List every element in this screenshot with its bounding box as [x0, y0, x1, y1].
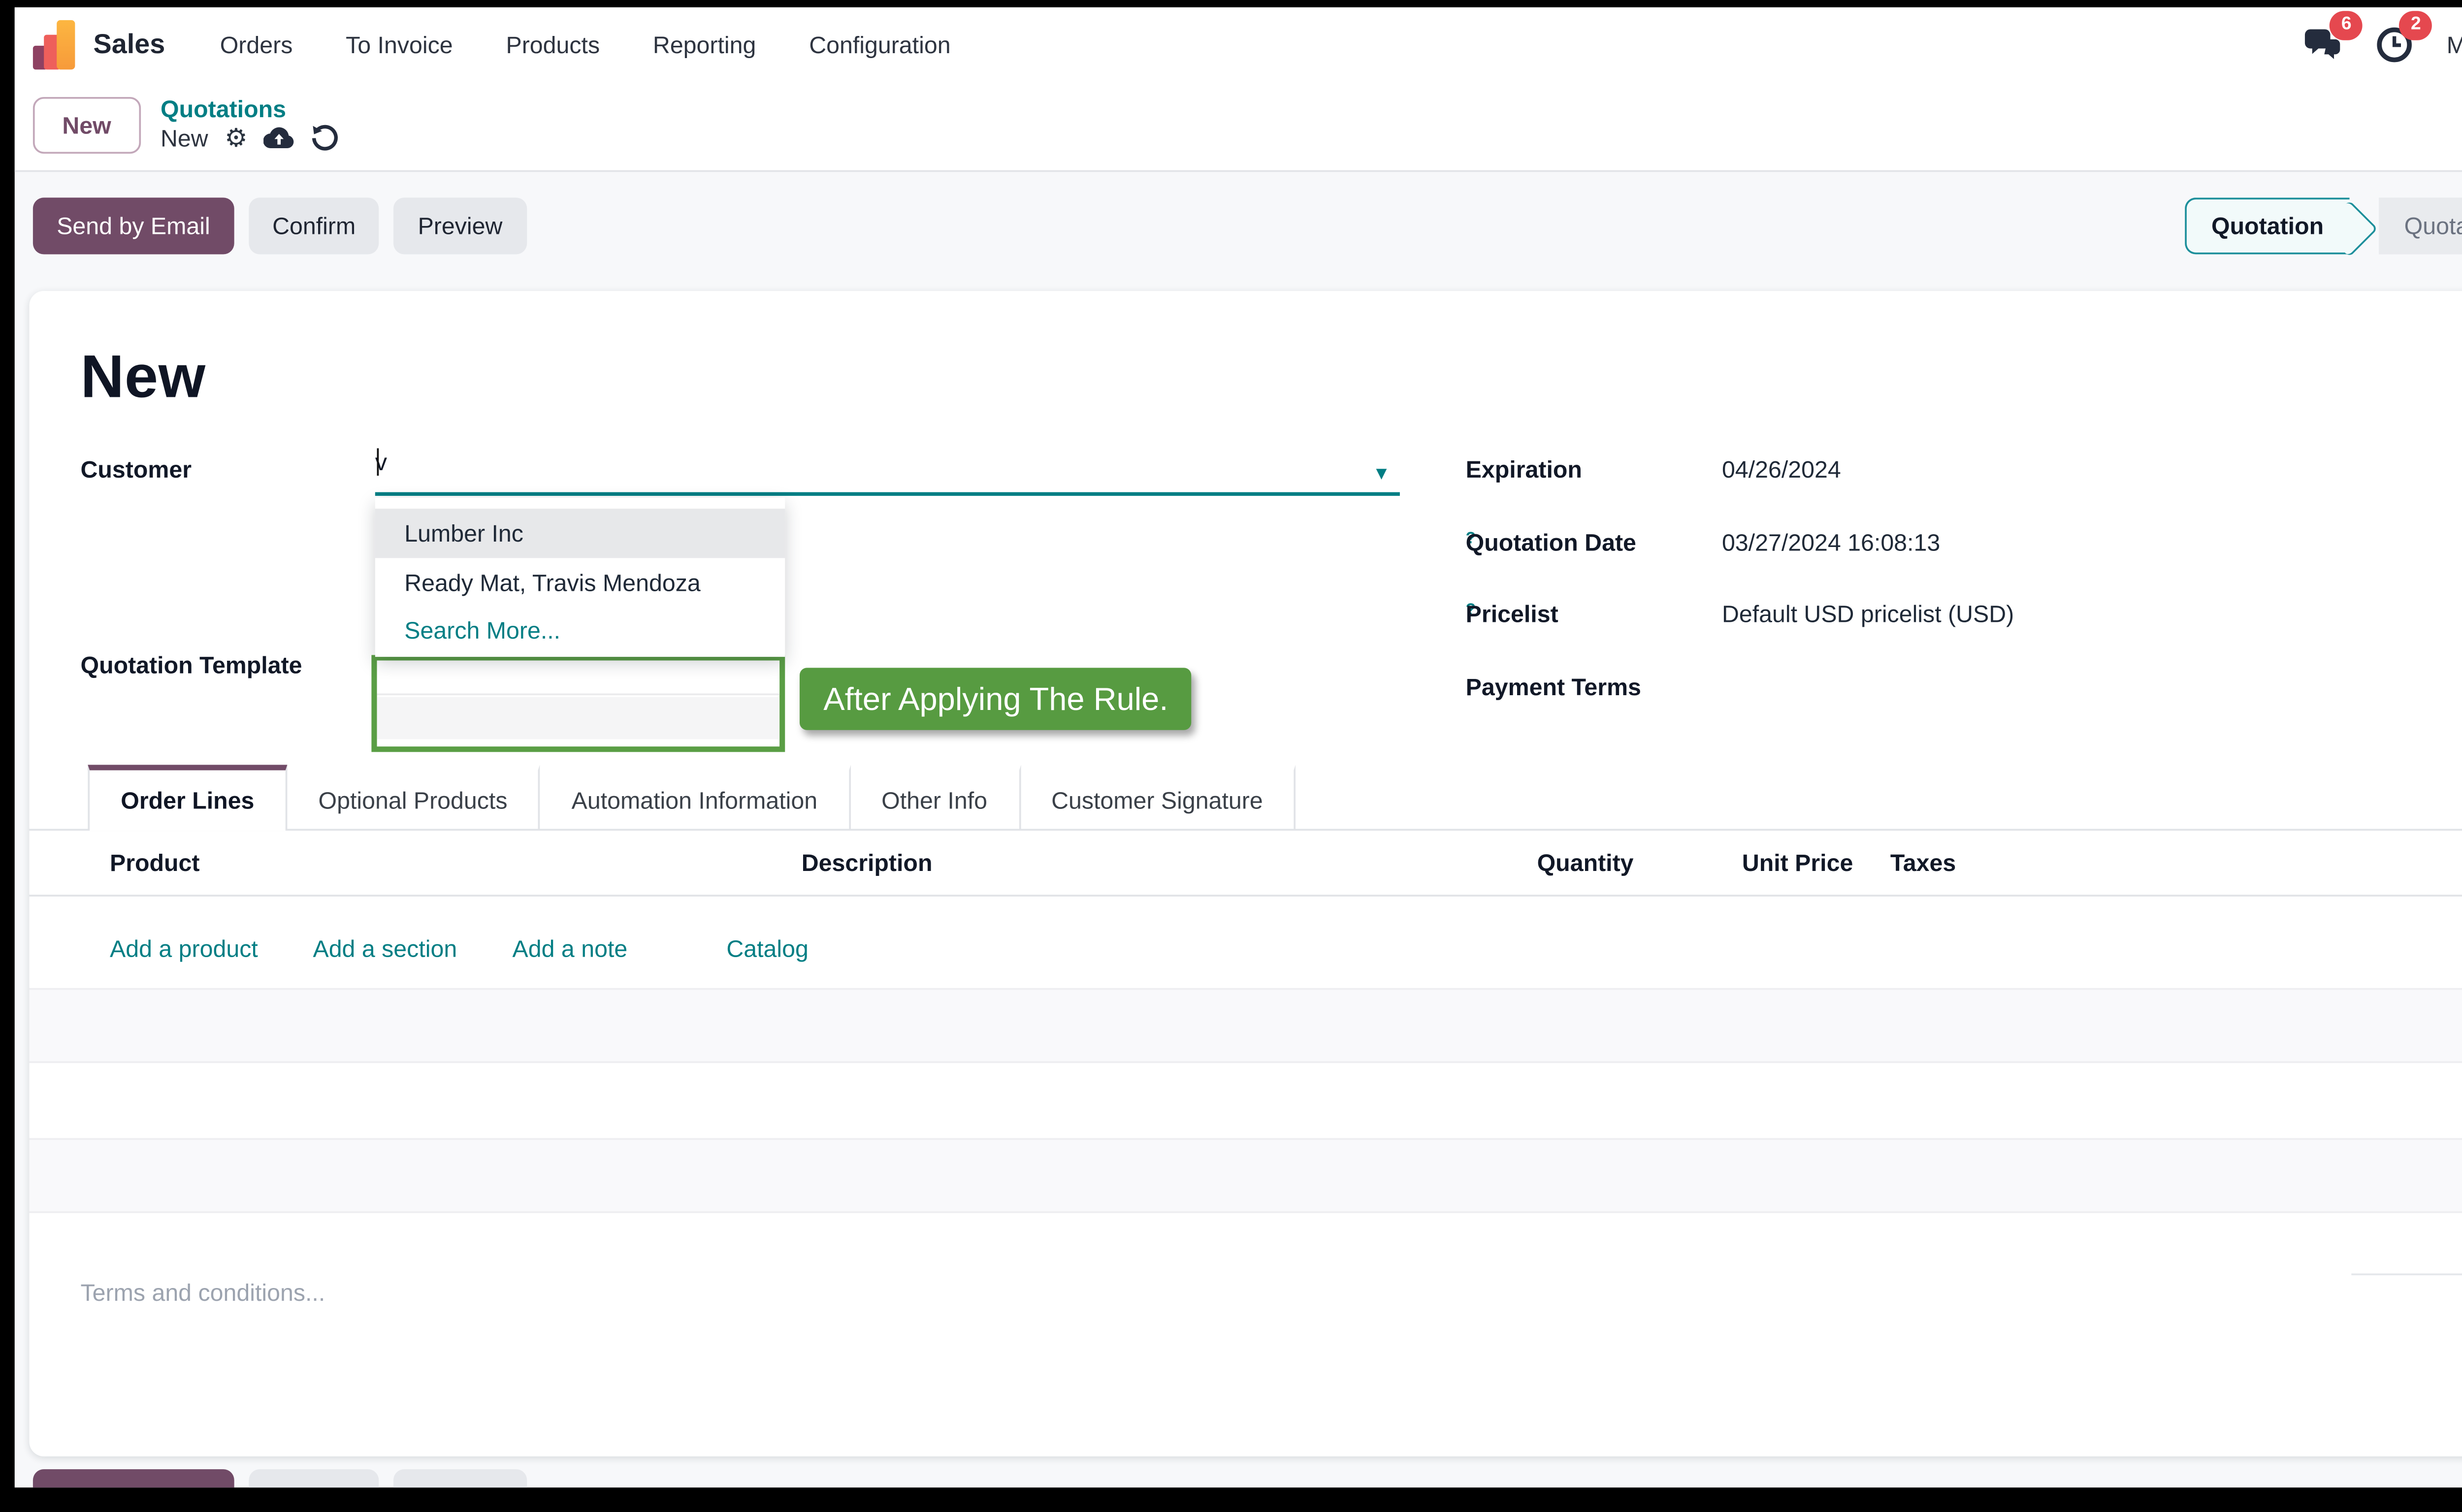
col-unit-price: Unit Price [1742, 849, 1853, 876]
pricelist-value[interactable]: Default USD pricelist (USD) [1722, 600, 2014, 628]
dropdown-option-lumber-inc[interactable]: Lumber Inc [375, 509, 785, 558]
status-pipeline: Quotation Quotation Sent Sales Order [2184, 197, 2462, 254]
quotation-form-sheet: New Customer v ▼ Quotation Template Expi… [29, 291, 2462, 1456]
col-description: Description [802, 849, 933, 876]
preview-button[interactable]: Preview [394, 197, 526, 254]
record-title: New [81, 342, 206, 412]
form-statusbar-row: Send by Email Confirm Preview Quotation … [15, 172, 2462, 254]
menu-products[interactable]: Products [506, 30, 600, 58]
activities-badge: 2 [2400, 11, 2432, 40]
status-quotation-sent[interactable]: Quotation Sent [2379, 197, 2462, 254]
col-quantity: Quantity [1537, 849, 1634, 876]
add-a-note-link[interactable]: Add a note [513, 935, 628, 963]
quotation-date-label: Quotation Date ? [1466, 529, 1476, 560]
catalog-link[interactable]: Catalog [726, 935, 809, 963]
odoo-window: Sales Orders To Invoice Products Reporti… [15, 7, 2462, 1487]
bottom-actions-clipped: Send by Email Confirm Preview [33, 1469, 526, 1487]
send-by-email-button[interactable]: Send by Email [33, 197, 234, 254]
breadcrumb-current: New [161, 123, 208, 154]
discard-undo-icon[interactable] [312, 125, 339, 152]
add-a-product-link[interactable]: Add a product [110, 935, 258, 963]
add-a-section-link[interactable]: Add a section [313, 935, 457, 963]
empty-row [29, 1138, 2462, 1213]
col-taxes: Taxes [1890, 849, 1956, 876]
empty-row [29, 988, 2462, 1063]
messages-icon[interactable]: 6 [2297, 16, 2351, 71]
customer-autocomplete-dropdown: Lumber Inc Ready Mat, Travis Mendoza Sea… [375, 498, 785, 657]
menu-reporting[interactable]: Reporting [653, 30, 756, 58]
gear-icon[interactable]: ⚙ [225, 123, 248, 154]
quotation-template-label: Quotation Template [81, 651, 302, 679]
pricelist-label: Pricelist ? [1466, 600, 1476, 631]
breadcrumb: Quotations New ⚙ [161, 95, 339, 154]
customer-input[interactable]: v [375, 448, 1400, 496]
terms-placeholder[interactable]: Terms and conditions... [81, 1279, 325, 1307]
company-switcher[interactable]: My Company (San Francisco) [2447, 30, 2462, 58]
expiration-value[interactable]: 04/26/2024 [1722, 455, 1841, 483]
chevron-down-icon[interactable]: ▼ [1372, 465, 1391, 485]
menu-orders[interactable]: Orders [220, 30, 293, 58]
send-by-email-button-bottom[interactable]: Send by Email [33, 1469, 234, 1487]
breadcrumb-quotations-link[interactable]: Quotations [161, 95, 339, 123]
quotation-date-value[interactable]: 03/27/2024 16:08:13 [1722, 529, 1940, 556]
order-lines-header: Product Description Quantity Unit Price … [29, 831, 2462, 897]
top-navbar: Sales Orders To Invoice Products Reporti… [15, 7, 2462, 81]
screenshot-frame: Sales Orders To Invoice Products Reporti… [0, 0, 2462, 1512]
messages-badge: 6 [2331, 11, 2363, 40]
sales-app-icon[interactable] [33, 19, 77, 68]
annotation-label: After Applying The Rule. [800, 668, 1192, 730]
tab-order-lines[interactable]: Order Lines [88, 765, 287, 829]
tab-other-info[interactable]: Other Info [850, 765, 1020, 829]
dropdown-option-ready-mat[interactable]: Ready Mat, Travis Mendoza [375, 558, 785, 607]
confirm-button-bottom[interactable]: Confirm [249, 1469, 380, 1487]
control-panel: New Quotations New ⚙ [15, 81, 2462, 172]
green-highlight-box [371, 655, 785, 752]
tab-optional-products[interactable]: Optional Products [287, 765, 540, 829]
col-product: Product [110, 849, 200, 876]
app-name[interactable]: Sales [94, 29, 165, 60]
expiration-label: Expiration [1466, 455, 1582, 483]
dropdown-search-more[interactable]: Search More... [375, 608, 785, 657]
activities-icon[interactable]: 2 [2366, 16, 2421, 71]
text-cursor [377, 448, 379, 476]
notebook-tabs: Order Lines Optional Products Automation… [29, 765, 2462, 831]
status-quotation[interactable]: Quotation [2184, 197, 2349, 254]
menu-configuration[interactable]: Configuration [809, 30, 950, 58]
total-divider [2351, 1273, 2462, 1275]
menu-to-invoice[interactable]: To Invoice [346, 30, 453, 58]
tab-customer-signature[interactable]: Customer Signature [1020, 765, 1296, 829]
tab-automation-information[interactable]: Automation Information [540, 765, 850, 829]
confirm-button[interactable]: Confirm [249, 197, 380, 254]
preview-button-bottom[interactable]: Preview [394, 1469, 526, 1487]
new-record-button[interactable]: New [33, 96, 140, 153]
customer-label: Customer [81, 455, 192, 483]
unsaved-cloud-icon[interactable] [264, 126, 295, 150]
payment-terms-label: Payment Terms [1466, 674, 1641, 701]
